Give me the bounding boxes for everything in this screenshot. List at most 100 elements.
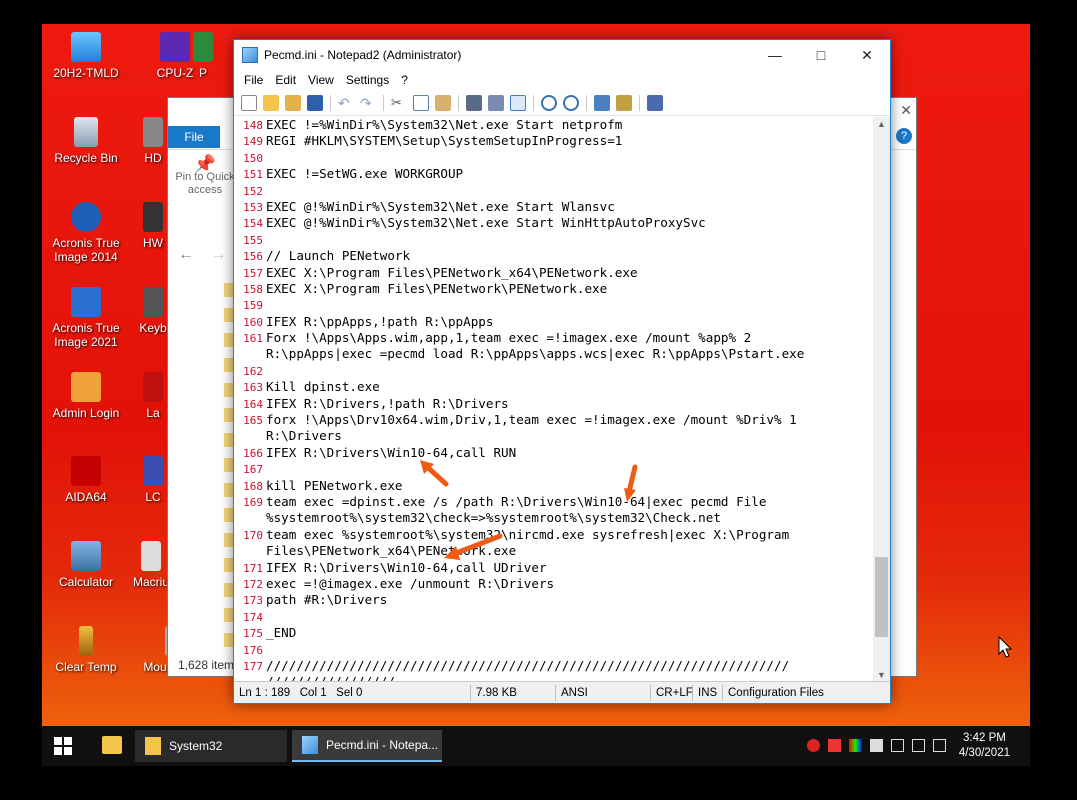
code-line[interactable]: 173 path #R:\Drivers xyxy=(234,592,874,608)
desktop-icon-acronis-2021[interactable]: Acronis True Image 2021 xyxy=(42,287,132,349)
code-line[interactable]: 175 _END xyxy=(234,625,874,641)
scroll-down-icon[interactable]: ▼ xyxy=(873,670,890,680)
code-line[interactable]: 161 Forx !\Apps\Apps.wim,app,1,team exec … xyxy=(234,330,874,346)
customize-icon[interactable] xyxy=(616,94,632,111)
desktop-icon-keyb[interactable]: Keyb xyxy=(138,287,168,335)
cut-icon[interactable]: ✂ xyxy=(391,95,407,111)
vertical-scrollbar[interactable]: ▲ ▼ xyxy=(873,117,890,682)
media-player-icon[interactable] xyxy=(807,739,820,752)
scrollbar-thumb[interactable] xyxy=(875,557,888,637)
taskbar-item-system32[interactable]: System32 xyxy=(135,730,287,762)
pin-quick-access[interactable]: 📌 Pin to Quick access xyxy=(172,155,238,197)
network-icon[interactable] xyxy=(912,739,925,752)
desktop-icon-20h2[interactable]: 20H2-TMLD xyxy=(42,32,132,80)
code-line[interactable]: 165 forx !\Apps\Drv10x64.wim,Driv,1,team … xyxy=(234,412,874,428)
close-icon[interactable]: ✕ xyxy=(900,102,912,119)
code-line[interactable]: 166 IFEX R:\Drivers\Win10-64,call RUN xyxy=(234,445,874,461)
windows-start-icon[interactable] xyxy=(54,737,72,755)
code-line[interactable]: 162 xyxy=(234,363,874,379)
browse-icon[interactable] xyxy=(285,94,301,111)
paint-icon[interactable] xyxy=(870,739,883,752)
scheme-icon[interactable] xyxy=(594,94,610,111)
code-line[interactable]: 160 IFEX R:\ppApps,!path R:\ppApps xyxy=(234,314,874,330)
code-line[interactable]: Files\PENetwork_x64\PENetwork.exe xyxy=(234,543,874,559)
menu-edit[interactable]: Edit xyxy=(269,73,302,87)
zoom-out-icon[interactable] xyxy=(563,94,579,111)
new-file-icon[interactable] xyxy=(241,94,257,111)
code-line[interactable]: 159 xyxy=(234,297,874,313)
minimize-button[interactable]: — xyxy=(752,40,798,70)
menu-view[interactable]: View xyxy=(302,73,340,87)
code-line[interactable]: 157 EXEC X:\Program Files\PENetwork_x64\P… xyxy=(234,265,874,281)
code-line[interactable]: R:\Drivers xyxy=(234,428,874,444)
find-icon[interactable] xyxy=(466,94,482,111)
acronis-icon xyxy=(71,287,101,317)
line-number: 159 xyxy=(243,299,263,313)
back-arrow-icon[interactable]: ← xyxy=(178,246,194,263)
desktop-icon-recycle-bin[interactable]: Recycle Bin xyxy=(42,117,132,165)
volume-icon[interactable] xyxy=(933,739,946,752)
notepad-window[interactable]: Pecmd.ini - Notepad2 (Administrator) — □… xyxy=(233,39,891,704)
code-line[interactable]: 164 IFEX R:\Drivers,!path R:\Drivers xyxy=(234,396,874,412)
code-line[interactable]: 168 kill PENetwork.exe xyxy=(234,478,874,494)
file-explorer-pinned-icon[interactable] xyxy=(102,736,122,754)
desktop-icon-admin-login[interactable]: Admin Login xyxy=(42,372,132,420)
close-button[interactable]: ✕ xyxy=(844,40,890,70)
desktop-icon-acronis-2014[interactable]: Acronis True Image 2014 xyxy=(42,202,132,264)
code-line[interactable]: 152 xyxy=(234,183,874,199)
code-line[interactable]: 151 EXEC !=SetWG.exe WORKGROUP xyxy=(234,166,874,182)
forward-arrow-icon[interactable]: → xyxy=(210,246,226,263)
code-line[interactable]: 149 REGI #HKLM\SYSTEM\Setup\SystemSetupIn… xyxy=(234,133,874,149)
code-line[interactable]: %systemroot%\system32\check=>%systemroot… xyxy=(234,510,874,526)
undo-icon[interactable]: ↶ xyxy=(338,95,354,111)
replace-icon[interactable] xyxy=(488,94,504,111)
code-line[interactable]: 148 EXEC !=%WinDir%\System32\Net.exe Star… xyxy=(234,117,874,133)
desktop-icon-p[interactable]: P xyxy=(188,32,218,80)
notepad-titlebar[interactable]: Pecmd.ini - Notepad2 (Administrator) — □… xyxy=(234,40,890,70)
code-line[interactable]: 177/////////////////////////////////////… xyxy=(234,658,874,674)
code-line[interactable]: 167 xyxy=(234,461,874,477)
desktop-icon-lc[interactable]: LC xyxy=(138,456,168,504)
code-line[interactable]: R:\ppApps|exec =pecmd load R:\ppApps\app… xyxy=(234,346,874,362)
copy-icon[interactable] xyxy=(413,94,429,111)
help-icon[interactable]: ? xyxy=(896,128,912,144)
code-line[interactable]: 153 EXEC @!%WinDir%\System32\Net.exe Star… xyxy=(234,199,874,215)
desktop-icon-hw[interactable]: HW xyxy=(138,202,168,250)
scroll-up-icon[interactable]: ▲ xyxy=(873,119,890,129)
code-line[interactable]: 155 xyxy=(234,232,874,248)
paste-icon[interactable] xyxy=(435,94,451,111)
usb-icon[interactable] xyxy=(891,739,904,752)
redo-icon[interactable]: ↷ xyxy=(360,95,376,111)
exit-icon[interactable] xyxy=(647,94,663,111)
code-line[interactable]: 172 exec =!@imagex.exe /unmount R:\Driver… xyxy=(234,576,874,592)
save-icon[interactable] xyxy=(307,94,323,111)
desktop-icon-la[interactable]: La xyxy=(138,372,168,420)
maximize-button[interactable]: □ xyxy=(798,40,844,70)
desktop-icon-calculator[interactable]: Calculator xyxy=(42,541,132,589)
clock[interactable]: 3:42 PM 4/30/2021 xyxy=(959,731,1010,761)
taskbar-item-notepad[interactable]: Pecmd.ini - Notepa... xyxy=(292,730,442,762)
code-line[interactable]: 170 team exec %systemroot%\system32\nircm… xyxy=(234,527,874,543)
zoom-in-icon[interactable] xyxy=(541,94,557,111)
open-folder-icon[interactable] xyxy=(263,94,279,111)
code-line[interactable]: 158 EXEC X:\Program Files\PENetwork\PENet… xyxy=(234,281,874,297)
word-wrap-icon[interactable] xyxy=(510,94,526,111)
code-line[interactable]: 156// Launch PENetwork xyxy=(234,248,874,264)
code-line[interactable]: 150 xyxy=(234,150,874,166)
code-line[interactable]: 169 team exec =dpinst.exe /s /path R:\Dri… xyxy=(234,494,874,510)
desktop-icon-hd[interactable]: HD xyxy=(138,117,168,165)
code-editor[interactable]: 148 EXEC !=%WinDir%\System32\Net.exe Star… xyxy=(234,117,874,682)
menu-settings[interactable]: Settings xyxy=(340,73,395,87)
desktop-icon-aida64[interactable]: AIDA64 xyxy=(42,456,132,504)
snip-icon[interactable] xyxy=(828,739,841,752)
code-line[interactable]: 154 EXEC @!%WinDir%\System32\Net.exe Star… xyxy=(234,215,874,231)
code-line[interactable]: 176 xyxy=(234,642,874,658)
desktop-icon-clear-temp[interactable]: Clear Temp xyxy=(42,626,132,674)
code-line[interactable]: 163 Kill dpinst.exe xyxy=(234,379,874,395)
menu-help[interactable]: ? xyxy=(395,73,414,87)
code-line[interactable]: 174 xyxy=(234,609,874,625)
color-picker-icon[interactable] xyxy=(849,739,862,752)
code-line[interactable]: 171 IFEX R:\Drivers\Win10-64,call UDriver xyxy=(234,560,874,576)
menu-file[interactable]: File xyxy=(238,73,269,87)
explorer-file-tab[interactable]: File xyxy=(168,126,220,148)
